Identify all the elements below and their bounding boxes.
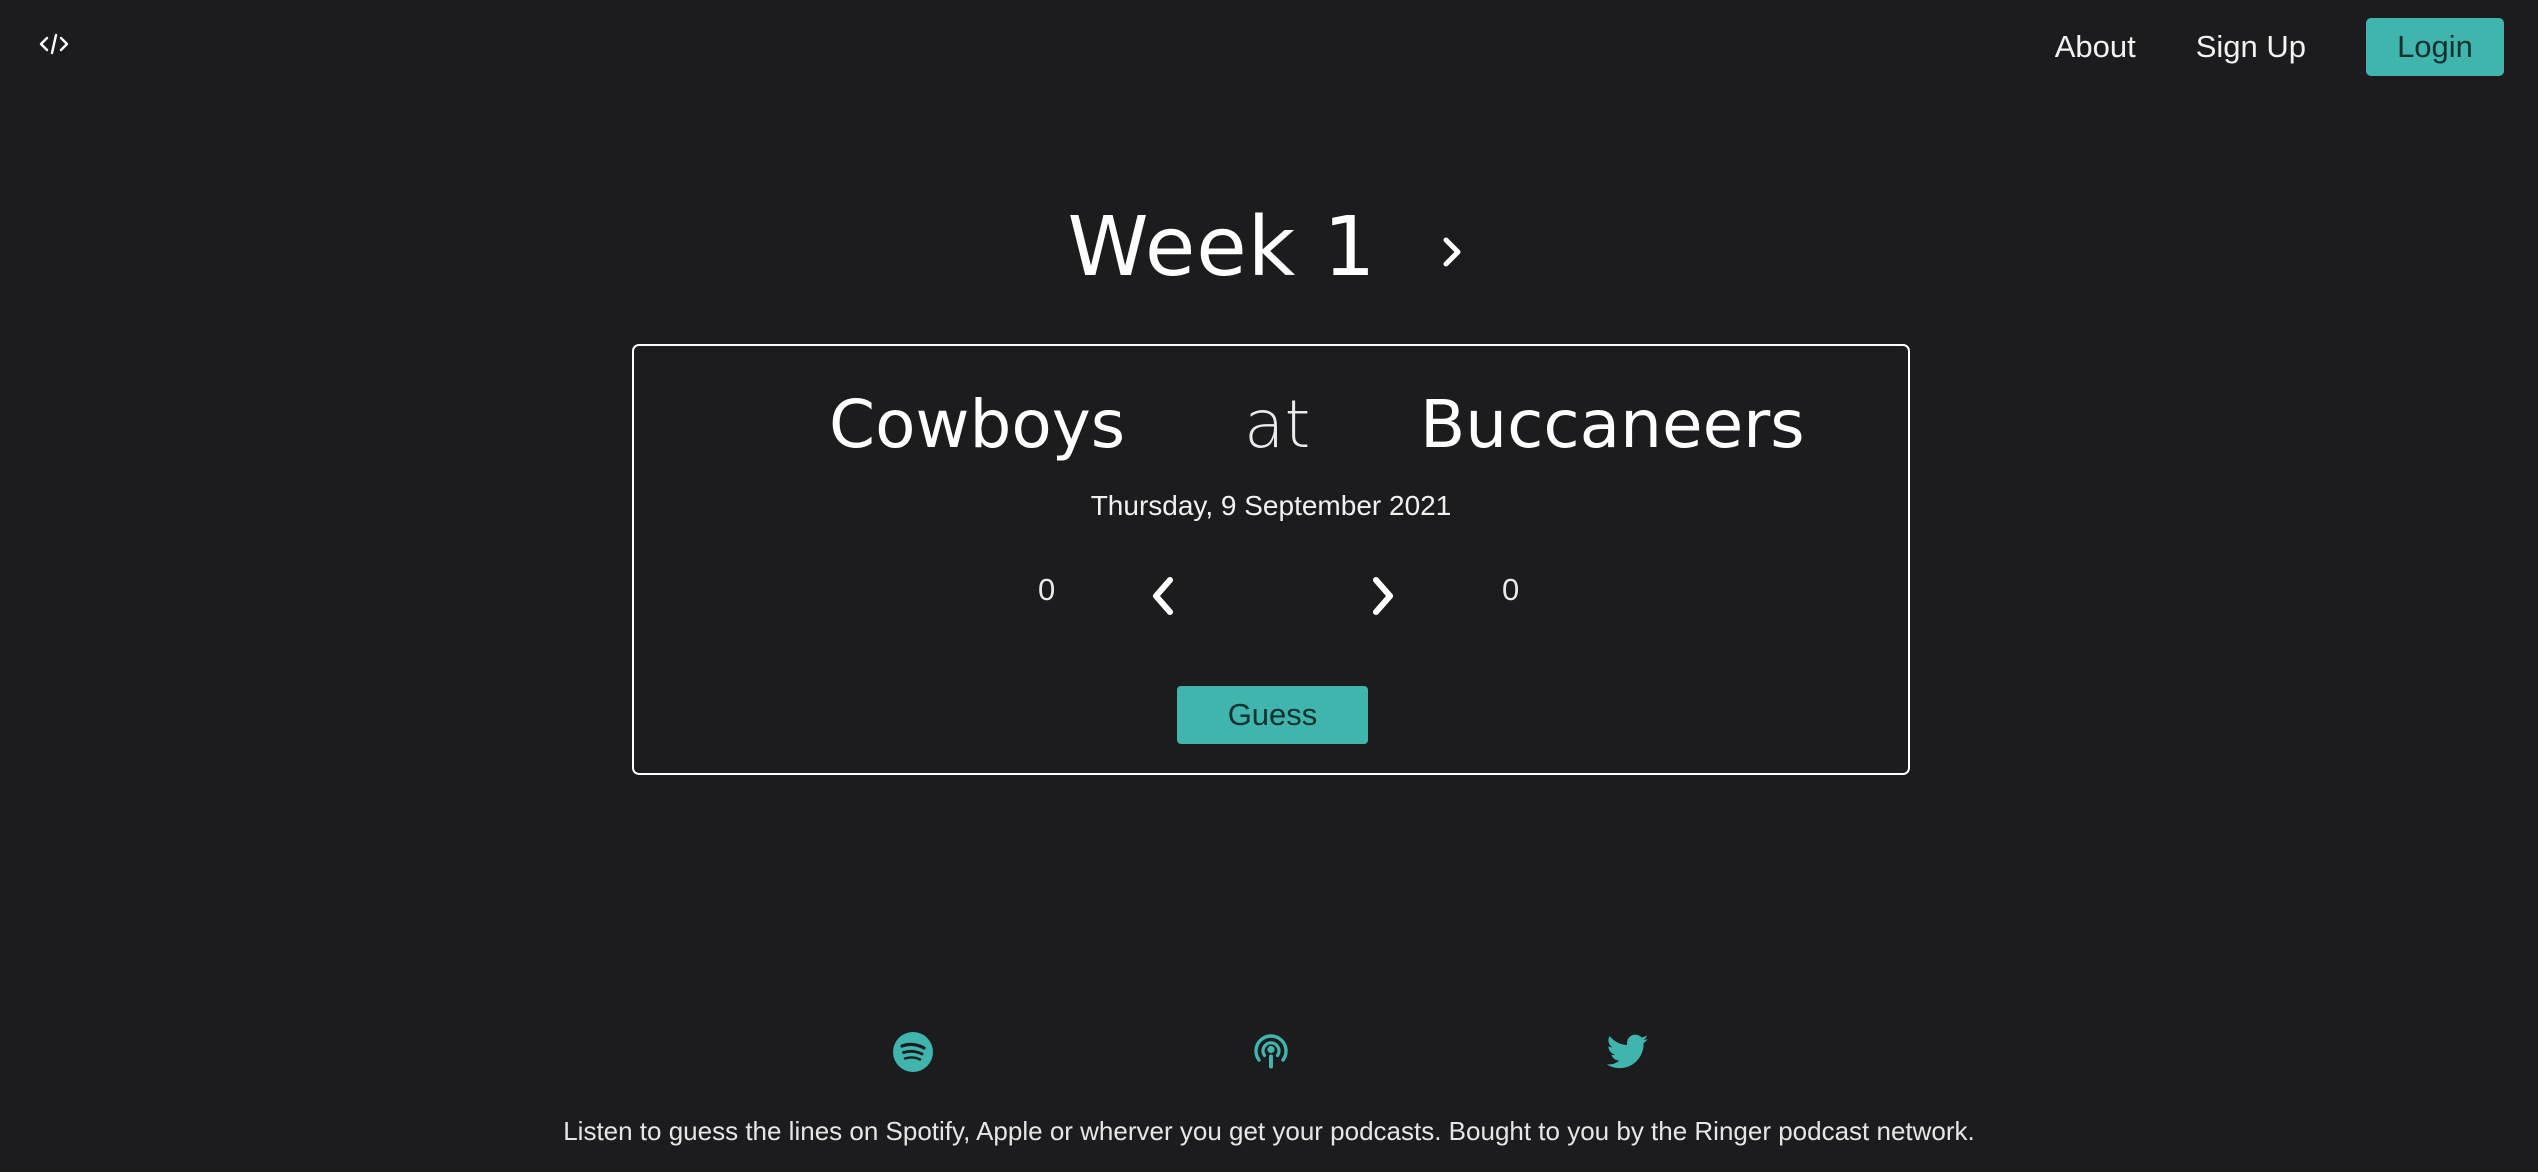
home-team: Buccaneers: [1420, 386, 1805, 463]
chevron-right-icon: [1443, 237, 1461, 266]
footer-text: Listen to guess the lines on Spotify, Ap…: [563, 1116, 1975, 1146]
chevron-right-icon: [1373, 577, 1393, 615]
apple-podcasts-icon[interactable]: [1249, 1030, 1293, 1074]
game-date: Thursday, 9 September 2021: [1090, 490, 1452, 521]
matchup-connector: at: [1244, 386, 1311, 463]
game-card: Cowboys at Buccaneers Thursday, 9 Septem…: [632, 344, 1910, 775]
about-link[interactable]: About: [2055, 29, 2136, 65]
code-icon[interactable]: [36, 26, 72, 62]
top-nav: About Sign Up Login: [2055, 18, 2504, 76]
matchup: Cowboys at Buccaneers: [634, 386, 1908, 466]
next-week-button[interactable]: [1434, 229, 1470, 275]
away-score: 0: [1038, 572, 1056, 607]
login-button[interactable]: Login: [2366, 18, 2504, 76]
week-title: Week 1: [1067, 200, 1377, 295]
page: About Sign Up Login Week 1 Cowboys at Bu…: [0, 0, 2538, 1172]
week-header: Week 1: [0, 200, 2538, 295]
sign-up-link[interactable]: Sign Up: [2196, 29, 2306, 65]
pick-home-button[interactable]: [1364, 570, 1404, 622]
chevron-left-icon: [1153, 577, 1173, 615]
pick-away-button[interactable]: [1142, 570, 1182, 622]
spotify-icon[interactable]: [891, 1030, 935, 1074]
home-score: 0: [1502, 572, 1520, 607]
guess-button[interactable]: Guess: [1177, 686, 1368, 744]
away-team: Cowboys: [829, 386, 1126, 463]
twitter-icon[interactable]: [1606, 1030, 1650, 1074]
